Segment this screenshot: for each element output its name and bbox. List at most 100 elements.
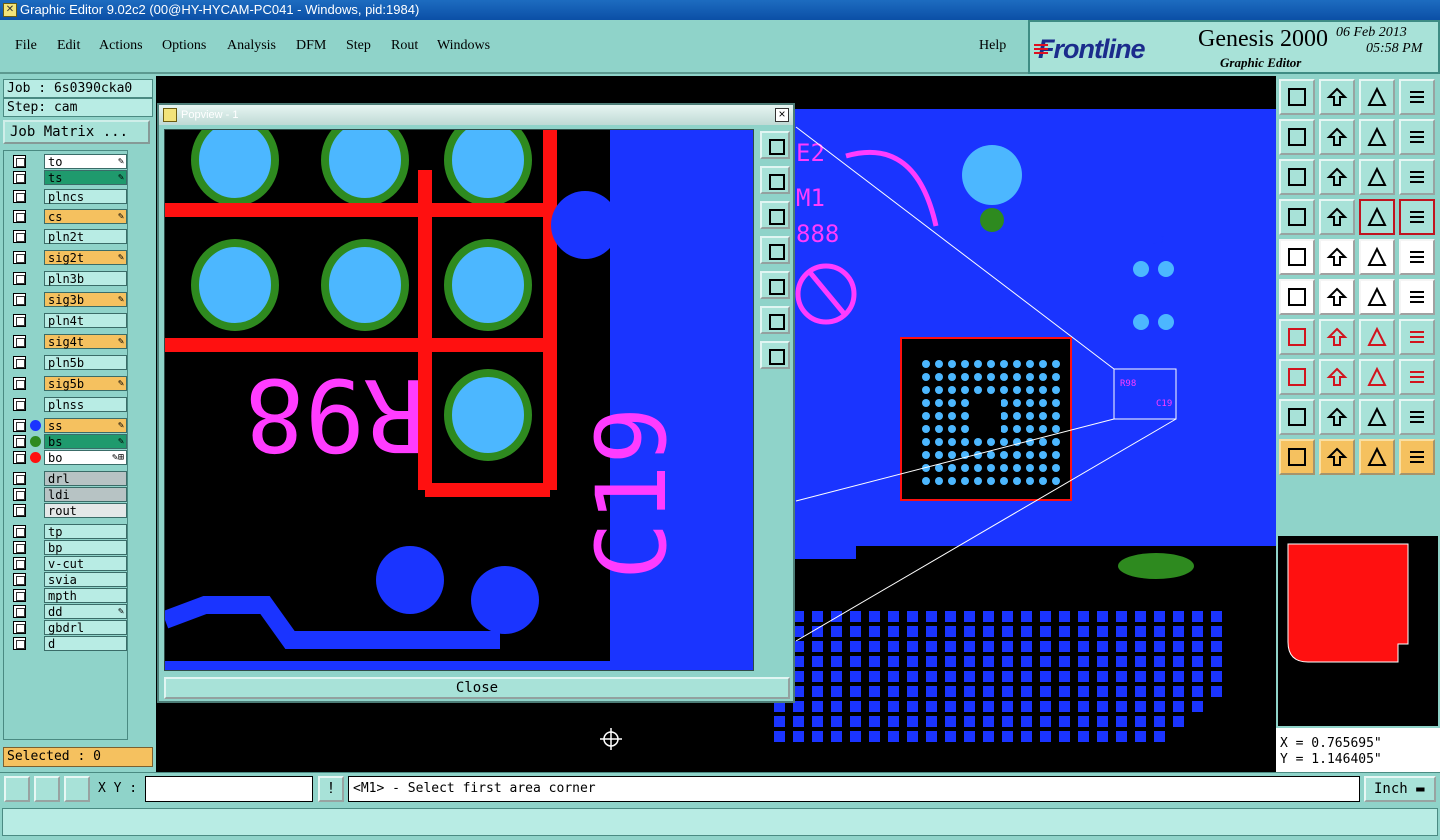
connect-icon[interactable] [1279,279,1315,315]
layer-row-v-cut[interactable]: v-cut [7,556,127,571]
layer-checkbox[interactable] [13,435,26,448]
warn-triangle-2-icon[interactable] [1319,399,1355,435]
layer-row-sig3b[interactable]: sig3b ✎ [7,292,127,307]
layer-name[interactable]: bs ✎ [44,434,127,449]
layer-name[interactable]: plnss [44,397,127,412]
popview-center-button[interactable] [760,341,790,369]
select-box-icon[interactable] [1319,439,1355,475]
menu-rout[interactable]: Rout [391,38,418,54]
layer-checkbox[interactable] [13,451,26,464]
layer-pairs-icon[interactable] [1399,199,1435,235]
layer-row-mpth[interactable]: mpth [7,588,127,603]
popview-pan-right-button[interactable] [760,271,790,299]
layer-compare-icon[interactable] [1359,199,1395,235]
fit-in-icon[interactable] [1279,159,1315,195]
layer-checkbox[interactable] [13,488,26,501]
measure-icon[interactable] [34,776,60,802]
move-icon[interactable] [1359,279,1395,315]
layer-checkbox[interactable] [13,525,26,538]
layer-row-ts[interactable]: ts ✎ [7,170,127,185]
select-touch-icon[interactable] [1359,439,1395,475]
pad-draw-icon[interactable] [1399,239,1435,275]
layer-name[interactable]: d [44,636,127,651]
menu-step[interactable]: Step [346,38,371,54]
add-line-icon[interactable] [1279,319,1315,355]
layer-row-sig2t[interactable]: sig2t ✎ [7,250,127,265]
layer-name[interactable]: tp [44,524,127,539]
layer-name[interactable]: sig2t ✎ [44,250,127,265]
layer-name[interactable]: pln5b [44,355,127,370]
warn-triangle-3-icon[interactable] [1359,399,1395,435]
layer-row-pln2t[interactable]: pln2t [7,229,127,244]
layer-name[interactable]: bp [44,540,127,555]
layer-checkbox[interactable] [13,605,26,618]
layer-row-pln3b[interactable]: pln3b [7,271,127,286]
layer-checkbox[interactable] [13,272,26,285]
layer-name[interactable]: gbdrl [44,620,127,635]
layer-row-svia[interactable]: svia [7,572,127,587]
layer-row-pln5b[interactable]: pln5b [7,355,127,370]
layer-row-ss[interactable]: ss ✎ [7,418,127,433]
layer-row-bo[interactable]: bo ✎⊞ [7,450,127,465]
add-feature-icon[interactable] [1279,239,1315,275]
grid-toggle-icon[interactable] [1319,199,1355,235]
layer-checkbox[interactable] [13,210,26,223]
arc-icon[interactable] [1359,319,1395,355]
popview-pan-left-button[interactable] [760,236,790,264]
menu-actions[interactable]: Actions [99,38,143,54]
layer-row-tp[interactable]: tp [7,524,127,539]
layer-name[interactable]: dd ✎ [44,604,127,619]
layer-checkbox[interactable] [13,314,26,327]
layer-checkbox[interactable] [13,589,26,602]
layer-name[interactable]: drl [44,471,127,486]
layer-checkbox[interactable] [13,171,26,184]
measure-icon[interactable] [1279,199,1315,235]
layer-checkbox[interactable] [13,335,26,348]
layer-row-plncs[interactable]: plncs [7,189,127,204]
layer-checkbox[interactable] [13,251,26,264]
layer-checkbox[interactable] [13,356,26,369]
pan-right-icon[interactable] [1319,119,1355,155]
group-icon[interactable] [1399,359,1435,395]
layer-row-to[interactable]: to ✎ [7,154,127,169]
window-split-icon[interactable] [1399,79,1435,115]
layer-checkbox[interactable] [13,621,26,634]
popview-close-button[interactable]: Close [164,677,790,699]
layer-name[interactable]: sig4t ✎ [44,334,127,349]
ratio-icon[interactable] [1359,159,1395,195]
layer-checkbox[interactable] [13,472,26,485]
popview-canvas[interactable]: R98 C19 [164,129,754,671]
layer-row-gbdrl[interactable]: gbdrl [7,620,127,635]
layer-row-cs[interactable]: cs ✎ [7,209,127,224]
layer-name[interactable]: sig3b ✎ [44,292,127,307]
layer-name[interactable]: ts ✎ [44,170,127,185]
grid-icon[interactable] [64,776,90,802]
line-move-icon[interactable] [1399,279,1435,315]
layer-name[interactable]: pln3b [44,271,127,286]
layer-name[interactable]: to ✎ [44,154,127,169]
layer-checkbox[interactable] [13,541,26,554]
warn-triangle-4-icon[interactable] [1399,399,1435,435]
layer-row-ldi[interactable]: ldi [7,487,127,502]
help-question-icon[interactable] [1399,159,1435,195]
zoom-home-icon[interactable] [1279,79,1315,115]
delete-feature-icon[interactable] [1319,239,1355,275]
layer-checkbox[interactable] [13,293,26,306]
minimap[interactable] [1278,536,1438,726]
layer-row-drl[interactable]: drl [7,471,127,486]
layer-checkbox[interactable] [13,557,26,570]
layer-name[interactable]: sig5b ✎ [44,376,127,391]
alert-icon[interactable]: ! [318,776,344,802]
menu-help[interactable]: Help [979,38,1006,54]
layer-row-bp[interactable]: bp [7,540,127,555]
menu-options[interactable]: Options [162,38,206,54]
pan-left-icon[interactable] [1279,119,1315,155]
menu-analysis[interactable]: Analysis [227,38,276,54]
house-icon[interactable] [1359,79,1395,115]
cut-line-icon[interactable] [1319,319,1355,355]
swap-icon[interactable] [1359,119,1395,155]
layer-checkbox[interactable] [13,573,26,586]
job-matrix-button[interactable]: Job Matrix ... [3,120,150,144]
layer-name[interactable]: mpth [44,588,127,603]
layer-name[interactable]: v-cut [44,556,127,571]
